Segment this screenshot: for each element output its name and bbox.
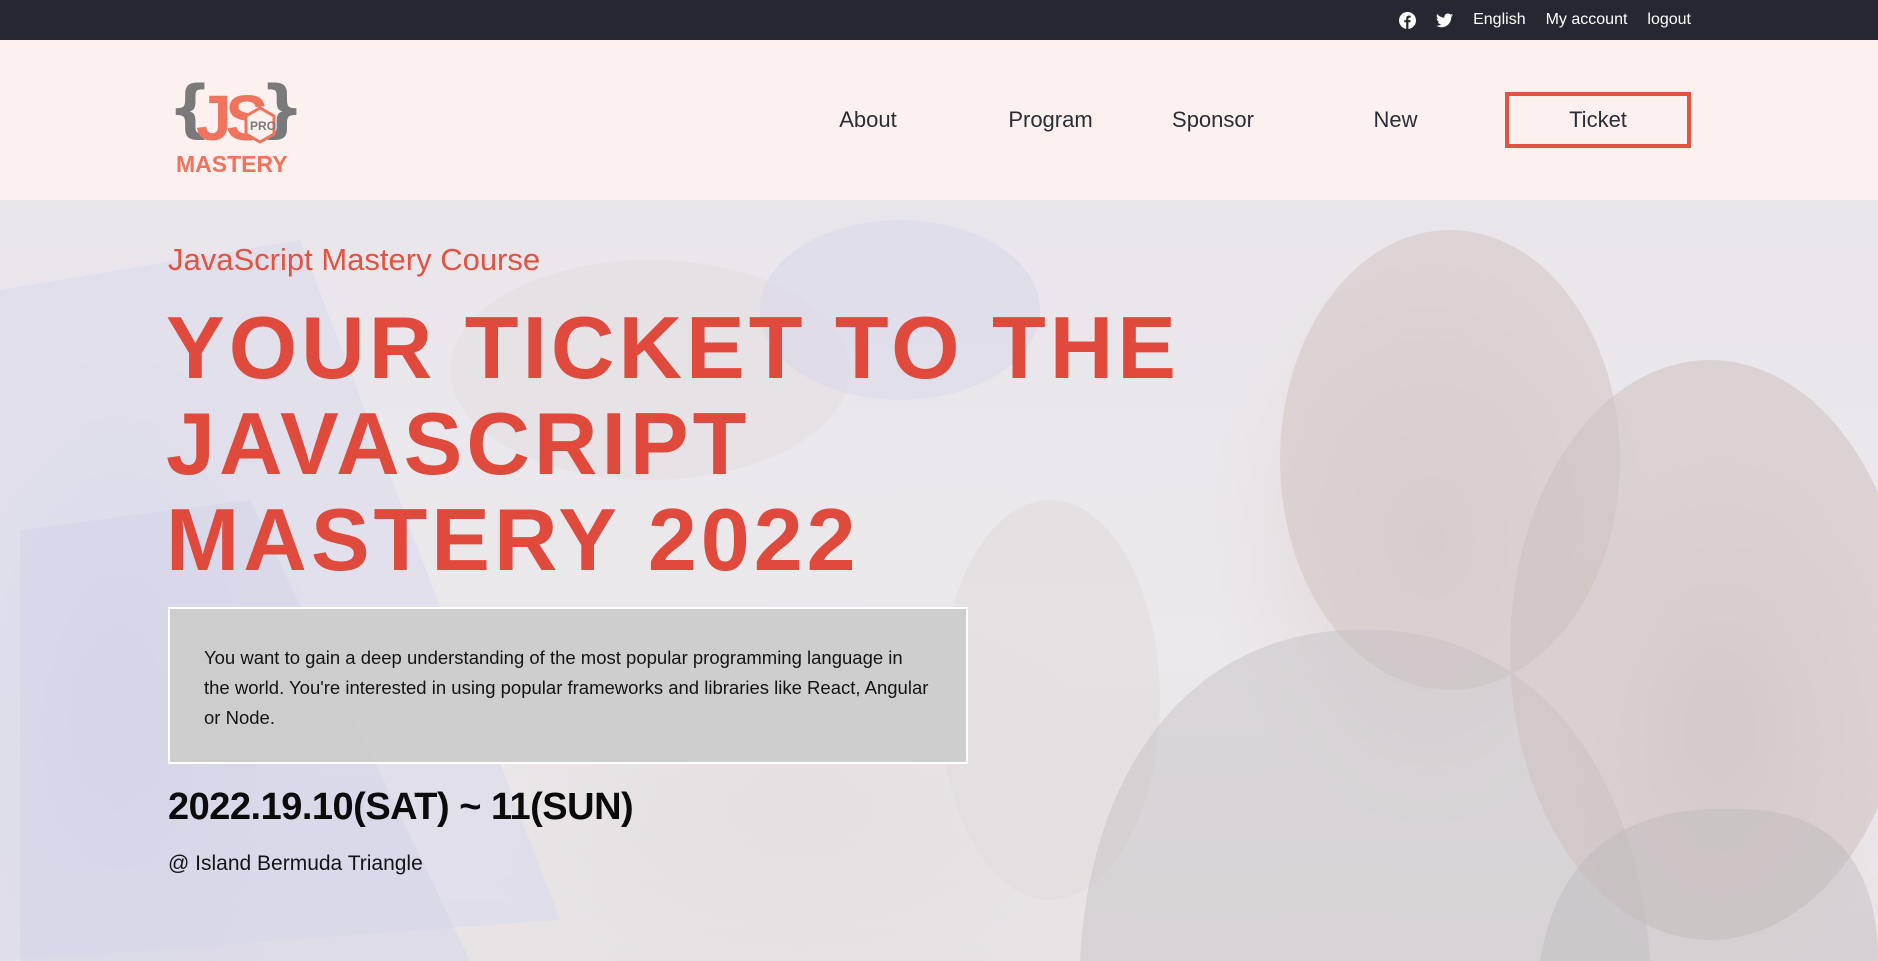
my-account-link[interactable]: My account [1546, 11, 1628, 29]
svg-text:MASTERY: MASTERY [176, 151, 288, 176]
course-description: You want to gain a deep understanding of… [204, 647, 929, 728]
headline-line-2: JAVASCRIPT [166, 394, 751, 493]
event-venue: @ Island Bermuda Triangle [168, 852, 423, 875]
logout-link[interactable]: logout [1647, 11, 1691, 29]
ticket-button[interactable]: Ticket [1505, 92, 1691, 148]
twitter-icon[interactable] [1436, 12, 1454, 29]
top-utility-bar: English My account logout [0, 0, 1878, 40]
course-subtitle: JavaScript Mastery Course [168, 242, 541, 277]
event-date: 2022.19.10(SAT) ~ 11(SUN) [168, 786, 634, 828]
hero-headline: YOUR TICKET TO THE JAVASCRIPT MASTERY 20… [166, 300, 1246, 588]
nav-sponsor[interactable]: Sponsor [1128, 92, 1298, 148]
headline-line-3: MASTERY 2022 [166, 490, 860, 589]
headline-line-1: YOUR TICKET TO THE [166, 298, 1180, 397]
language-link[interactable]: English [1473, 11, 1525, 29]
svg-text:PRO: PRO [250, 119, 276, 133]
facebook-icon[interactable] [1399, 11, 1417, 29]
description-box: You want to gain a deep understanding of… [168, 607, 968, 764]
nav-new[interactable]: New [1298, 92, 1493, 148]
hero-section: JavaScript Mastery Course YOUR TICKET TO… [0, 200, 1878, 961]
nav-program[interactable]: Program [973, 92, 1128, 148]
site-header: { } JS PRO MASTERY About Program Sponsor… [0, 40, 1878, 200]
main-nav: About Program Sponsor New Ticket [803, 92, 1691, 148]
js-mastery-logo[interactable]: { } JS PRO MASTERY [168, 72, 304, 177]
nav-about[interactable]: About [803, 92, 933, 148]
utility-links: English My account logout [1399, 0, 1691, 40]
